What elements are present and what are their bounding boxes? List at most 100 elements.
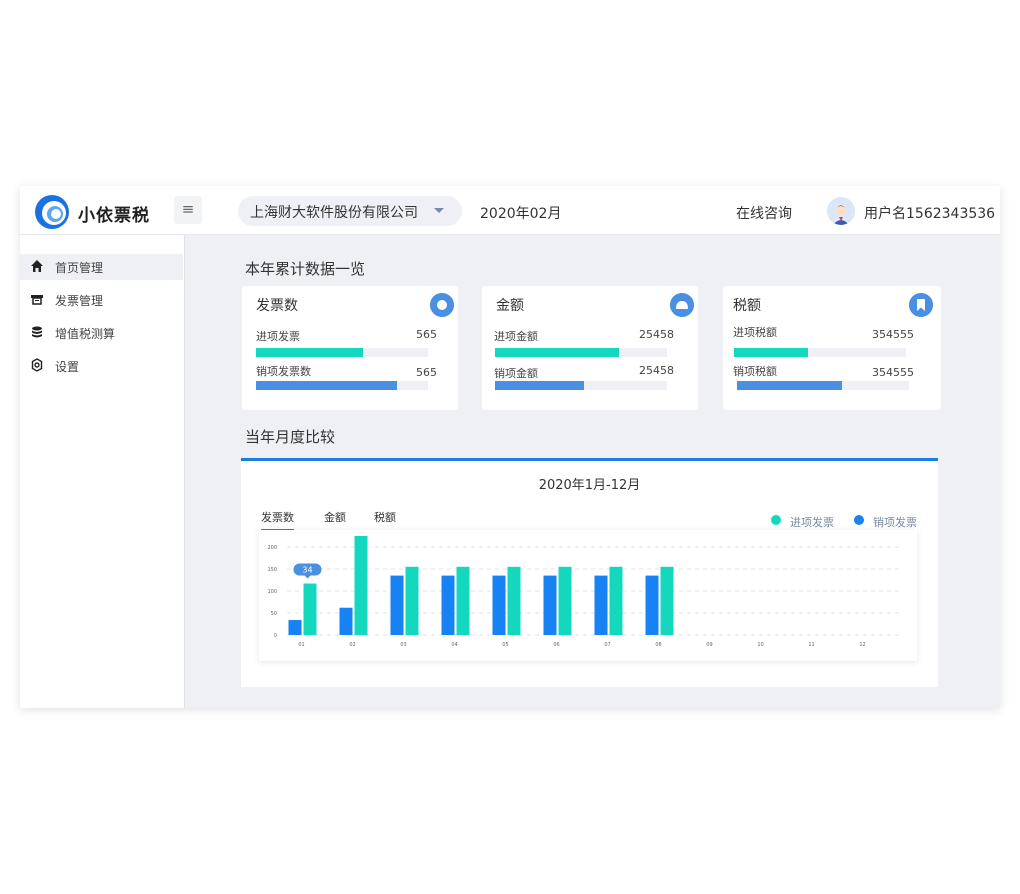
x-tick-label: 03 xyxy=(400,642,406,648)
row-value: 354555 xyxy=(872,328,914,341)
row-label: 进项税额 xyxy=(733,326,777,339)
sidebar: 首页管理 发票管理 增值税测算 设置 xyxy=(20,235,185,708)
row-value: 565 xyxy=(416,328,437,341)
app-window: 小依票税 ≡ 上海财大软件股份有限公司 2020年02月 在线咨询 用户名156… xyxy=(20,186,1000,708)
chevron-down-icon xyxy=(434,208,444,213)
bar-chart-container: 0 50 100 150 200 01 02 03 04 05 06 07 08 09 10 11 12 34 xyxy=(259,530,917,661)
legend-label: 进项发票 xyxy=(790,516,834,529)
tab-tax[interactable]: 税额 xyxy=(374,509,396,525)
sidebar-item-label: 设置 xyxy=(55,360,80,374)
monthly-title: 当年月度比较 xyxy=(245,428,336,446)
bar-input-07[interactable] xyxy=(609,566,623,635)
company-selector[interactable]: 上海财大软件股份有限公司 xyxy=(238,196,462,226)
y-tick-label: 50 xyxy=(271,611,277,617)
tab-invoice-count[interactable]: 发票数 xyxy=(261,509,294,531)
tooltip-value: 34 xyxy=(302,566,312,575)
y-tick-label: 200 xyxy=(267,545,277,551)
bar-input-03[interactable] xyxy=(405,566,419,635)
x-tick-label: 05 xyxy=(502,642,508,648)
logo-icon xyxy=(35,195,69,229)
period-label[interactable]: 2020年02月 xyxy=(480,203,561,223)
sidebar-item-home[interactable]: 首页管理 xyxy=(20,254,183,280)
coins-icon xyxy=(32,326,42,338)
x-tick-label: 09 xyxy=(706,642,712,648)
bar-output-02[interactable] xyxy=(339,607,353,635)
sidebar-item-settings[interactable]: 设置 xyxy=(20,353,183,379)
legend-dot xyxy=(771,515,781,525)
bar-input-04[interactable] xyxy=(456,566,470,635)
brand-name: 小依票税 xyxy=(78,206,150,226)
printer-icon xyxy=(31,295,43,305)
bar-output-06[interactable] xyxy=(543,575,557,635)
progress-track xyxy=(737,381,909,390)
x-tick-label: 12 xyxy=(859,642,865,648)
bar-input-08[interactable] xyxy=(660,566,674,635)
progress-fill xyxy=(495,381,585,390)
progress-fill xyxy=(737,381,842,390)
bar-output-03[interactable] xyxy=(390,575,404,635)
y-tick-label: 100 xyxy=(267,589,277,595)
row-value: 565 xyxy=(416,366,437,379)
bar-input-05[interactable] xyxy=(507,566,521,635)
card-title: 发票数 xyxy=(256,298,298,314)
bar-output-05[interactable] xyxy=(492,575,506,635)
bar-output-01[interactable] xyxy=(288,620,302,635)
y-tick-label: 0 xyxy=(274,633,277,639)
progress-track xyxy=(256,381,428,390)
card-title: 税额 xyxy=(733,298,761,314)
progress-track xyxy=(495,348,667,357)
card-amount: 金额 进项金额 25458 销项金额 25458 xyxy=(482,286,698,410)
row-label: 进项发票 xyxy=(256,330,300,343)
monthly-chart-panel: 2020年1月-12月 发票数 金额 税额 进项发票 销项发票 0 5 0 10 0 1 5… xyxy=(241,458,938,687)
gear-icon xyxy=(31,358,43,372)
progress-fill xyxy=(256,381,398,390)
bar-output-08[interactable] xyxy=(645,575,659,635)
row-value: 25458 xyxy=(639,328,674,341)
x-tick-label: 02 xyxy=(349,642,355,648)
avatar[interactable] xyxy=(827,197,855,225)
card-title: 金额 xyxy=(496,298,524,314)
row-label: 销项发票数 xyxy=(256,365,311,378)
x-tick-label: 06 xyxy=(553,642,559,648)
progress-fill xyxy=(256,348,363,357)
row-value: 25458 xyxy=(639,364,674,377)
legend-dot xyxy=(854,515,864,525)
circle-icon xyxy=(430,293,454,317)
sidebar-item-label: 首页管理 xyxy=(55,261,104,275)
bar-input-06[interactable] xyxy=(558,566,572,635)
row-label: 销项税额 xyxy=(733,365,777,378)
x-tick-label: 04 xyxy=(451,642,457,648)
sidebar-item-label: 增值税测算 xyxy=(55,327,116,341)
username[interactable]: 用户名1562343536 xyxy=(864,203,995,223)
bar-output-04[interactable] xyxy=(441,575,455,635)
tooltip-pointer xyxy=(304,575,311,579)
card-tax: 税额 进项税额 354555 销项税额 354555 xyxy=(723,286,941,410)
company-name: 上海财大软件股份有限公司 xyxy=(250,205,418,221)
x-tick-label: 01 xyxy=(298,642,304,648)
progress-track xyxy=(256,348,428,357)
x-tick-label: 10 xyxy=(757,642,763,648)
dome-icon xyxy=(670,293,694,317)
chart-title: 2020年1月-12月 xyxy=(538,478,641,493)
tab-amount[interactable]: 金额 xyxy=(324,509,346,525)
online-consult-link[interactable]: 在线咨询 xyxy=(736,203,792,223)
bar-chart: 0 50 100 150 200 01 02 03 04 05 06 07 08 09 10 11 12 34 xyxy=(267,536,899,648)
menu-toggle-button[interactable]: ≡ xyxy=(174,196,202,224)
card-invoice-count: 发票数 进项发票 565 销项发票数 565 xyxy=(242,286,458,410)
row-label: 销项金额 xyxy=(494,367,538,380)
x-tick-label: 11 xyxy=(808,642,814,648)
legend-label: 销项发票 xyxy=(873,516,917,529)
home-icon xyxy=(31,260,43,272)
sidebar-item-label: 发票管理 xyxy=(55,294,104,308)
bar-input-01[interactable] xyxy=(303,583,317,635)
bar-input-02[interactable] xyxy=(354,536,368,635)
bar-output-07[interactable] xyxy=(594,575,608,635)
x-tick-label: 08 xyxy=(655,642,661,648)
progress-fill xyxy=(495,348,619,357)
sidebar-item-invoice[interactable]: 发票管理 xyxy=(20,287,183,313)
overview-title: 本年累计数据一览 xyxy=(245,260,366,278)
sidebar-item-vat[interactable]: 增值税测算 xyxy=(20,320,183,346)
bookmark-icon xyxy=(909,293,933,317)
row-value: 354555 xyxy=(872,366,914,379)
progress-fill xyxy=(734,348,808,357)
